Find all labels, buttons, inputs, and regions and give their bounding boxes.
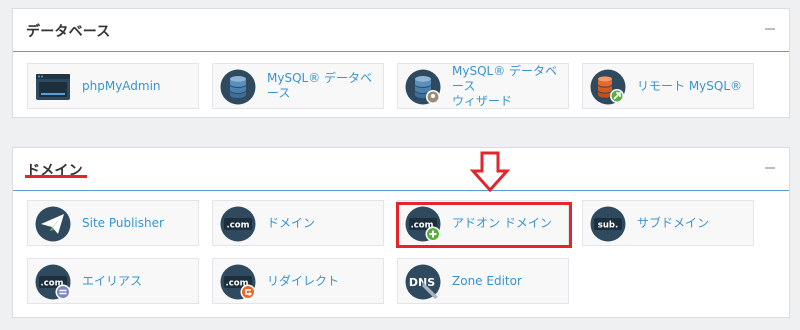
domains-panel: ドメイン Site Publisher .com ドメイン .com アドオン … — [12, 147, 790, 318]
alias-icon: .com — [35, 264, 71, 300]
database-icon — [220, 69, 256, 105]
subdomains-label: サブドメイン — [637, 215, 710, 230]
aliases-link[interactable]: .com エイリアス — [27, 258, 199, 304]
site-publisher-icon — [35, 206, 71, 242]
redirects-label: リダイレクト — [267, 273, 340, 288]
subdomain-icon: sub. — [590, 206, 626, 242]
remote-database-icon — [590, 69, 626, 105]
site-publisher-label: Site Publisher — [82, 215, 164, 230]
zone-editor-icon: DNS — [405, 264, 441, 300]
phpmyadmin-icon — [36, 74, 70, 100]
redirects-link[interactable]: .com リダイレクト — [212, 258, 384, 304]
domains-link[interactable]: .com ドメイン — [212, 200, 384, 246]
phpmyadmin-link[interactable]: phpMyAdmin — [27, 63, 199, 109]
addon-domains-label: アドオン ドメイン — [452, 215, 552, 230]
zone-editor-icon-text: DNS — [409, 276, 435, 289]
mysql-database-wizard-label: MySQL® データベース ウィザード — [452, 63, 558, 108]
database-panel-header[interactable]: データベース — [13, 9, 789, 52]
phpmyadmin-label: phpMyAdmin — [82, 78, 161, 93]
remote-mysql-label: リモート MySQL® — [637, 78, 743, 93]
redirect-icon: .com — [220, 264, 256, 300]
subdomains-link[interactable]: sub. サブドメイン — [582, 200, 754, 246]
down-arrow-icon — [470, 151, 510, 193]
database-panel: データベース phpMyAdmin MySQL® データベース MySQL® デ… — [12, 8, 790, 118]
collapse-icon[interactable] — [765, 28, 775, 30]
mysql-databases-label: MySQL® データベース — [267, 71, 373, 100]
subdomain-icon-text: sub. — [598, 221, 618, 231]
addon-domain-icon: .com — [405, 206, 441, 242]
title-annotation-underline — [25, 175, 87, 178]
domain-icon-text: .com — [227, 221, 250, 231]
mysql-database-wizard-link[interactable]: MySQL® データベース ウィザード — [397, 63, 569, 109]
remote-mysql-link[interactable]: リモート MySQL® — [582, 63, 754, 109]
addon-domains-link[interactable]: .com アドオン ドメイン — [397, 200, 569, 246]
zone-editor-link[interactable]: DNS Zone Editor — [397, 258, 569, 304]
database-panel-title: データベース — [26, 24, 111, 40]
collapse-icon[interactable] — [765, 167, 775, 169]
mysql-databases-link[interactable]: MySQL® データベース — [212, 63, 384, 109]
zone-editor-label: Zone Editor — [452, 273, 522, 288]
domain-icon: .com — [220, 206, 256, 242]
domains-label: ドメイン — [267, 215, 316, 230]
database-wizard-icon — [405, 69, 441, 105]
domains-panel-header[interactable]: ドメイン — [13, 148, 789, 191]
site-publisher-link[interactable]: Site Publisher — [27, 200, 199, 246]
aliases-label: エイリアス — [82, 273, 143, 288]
